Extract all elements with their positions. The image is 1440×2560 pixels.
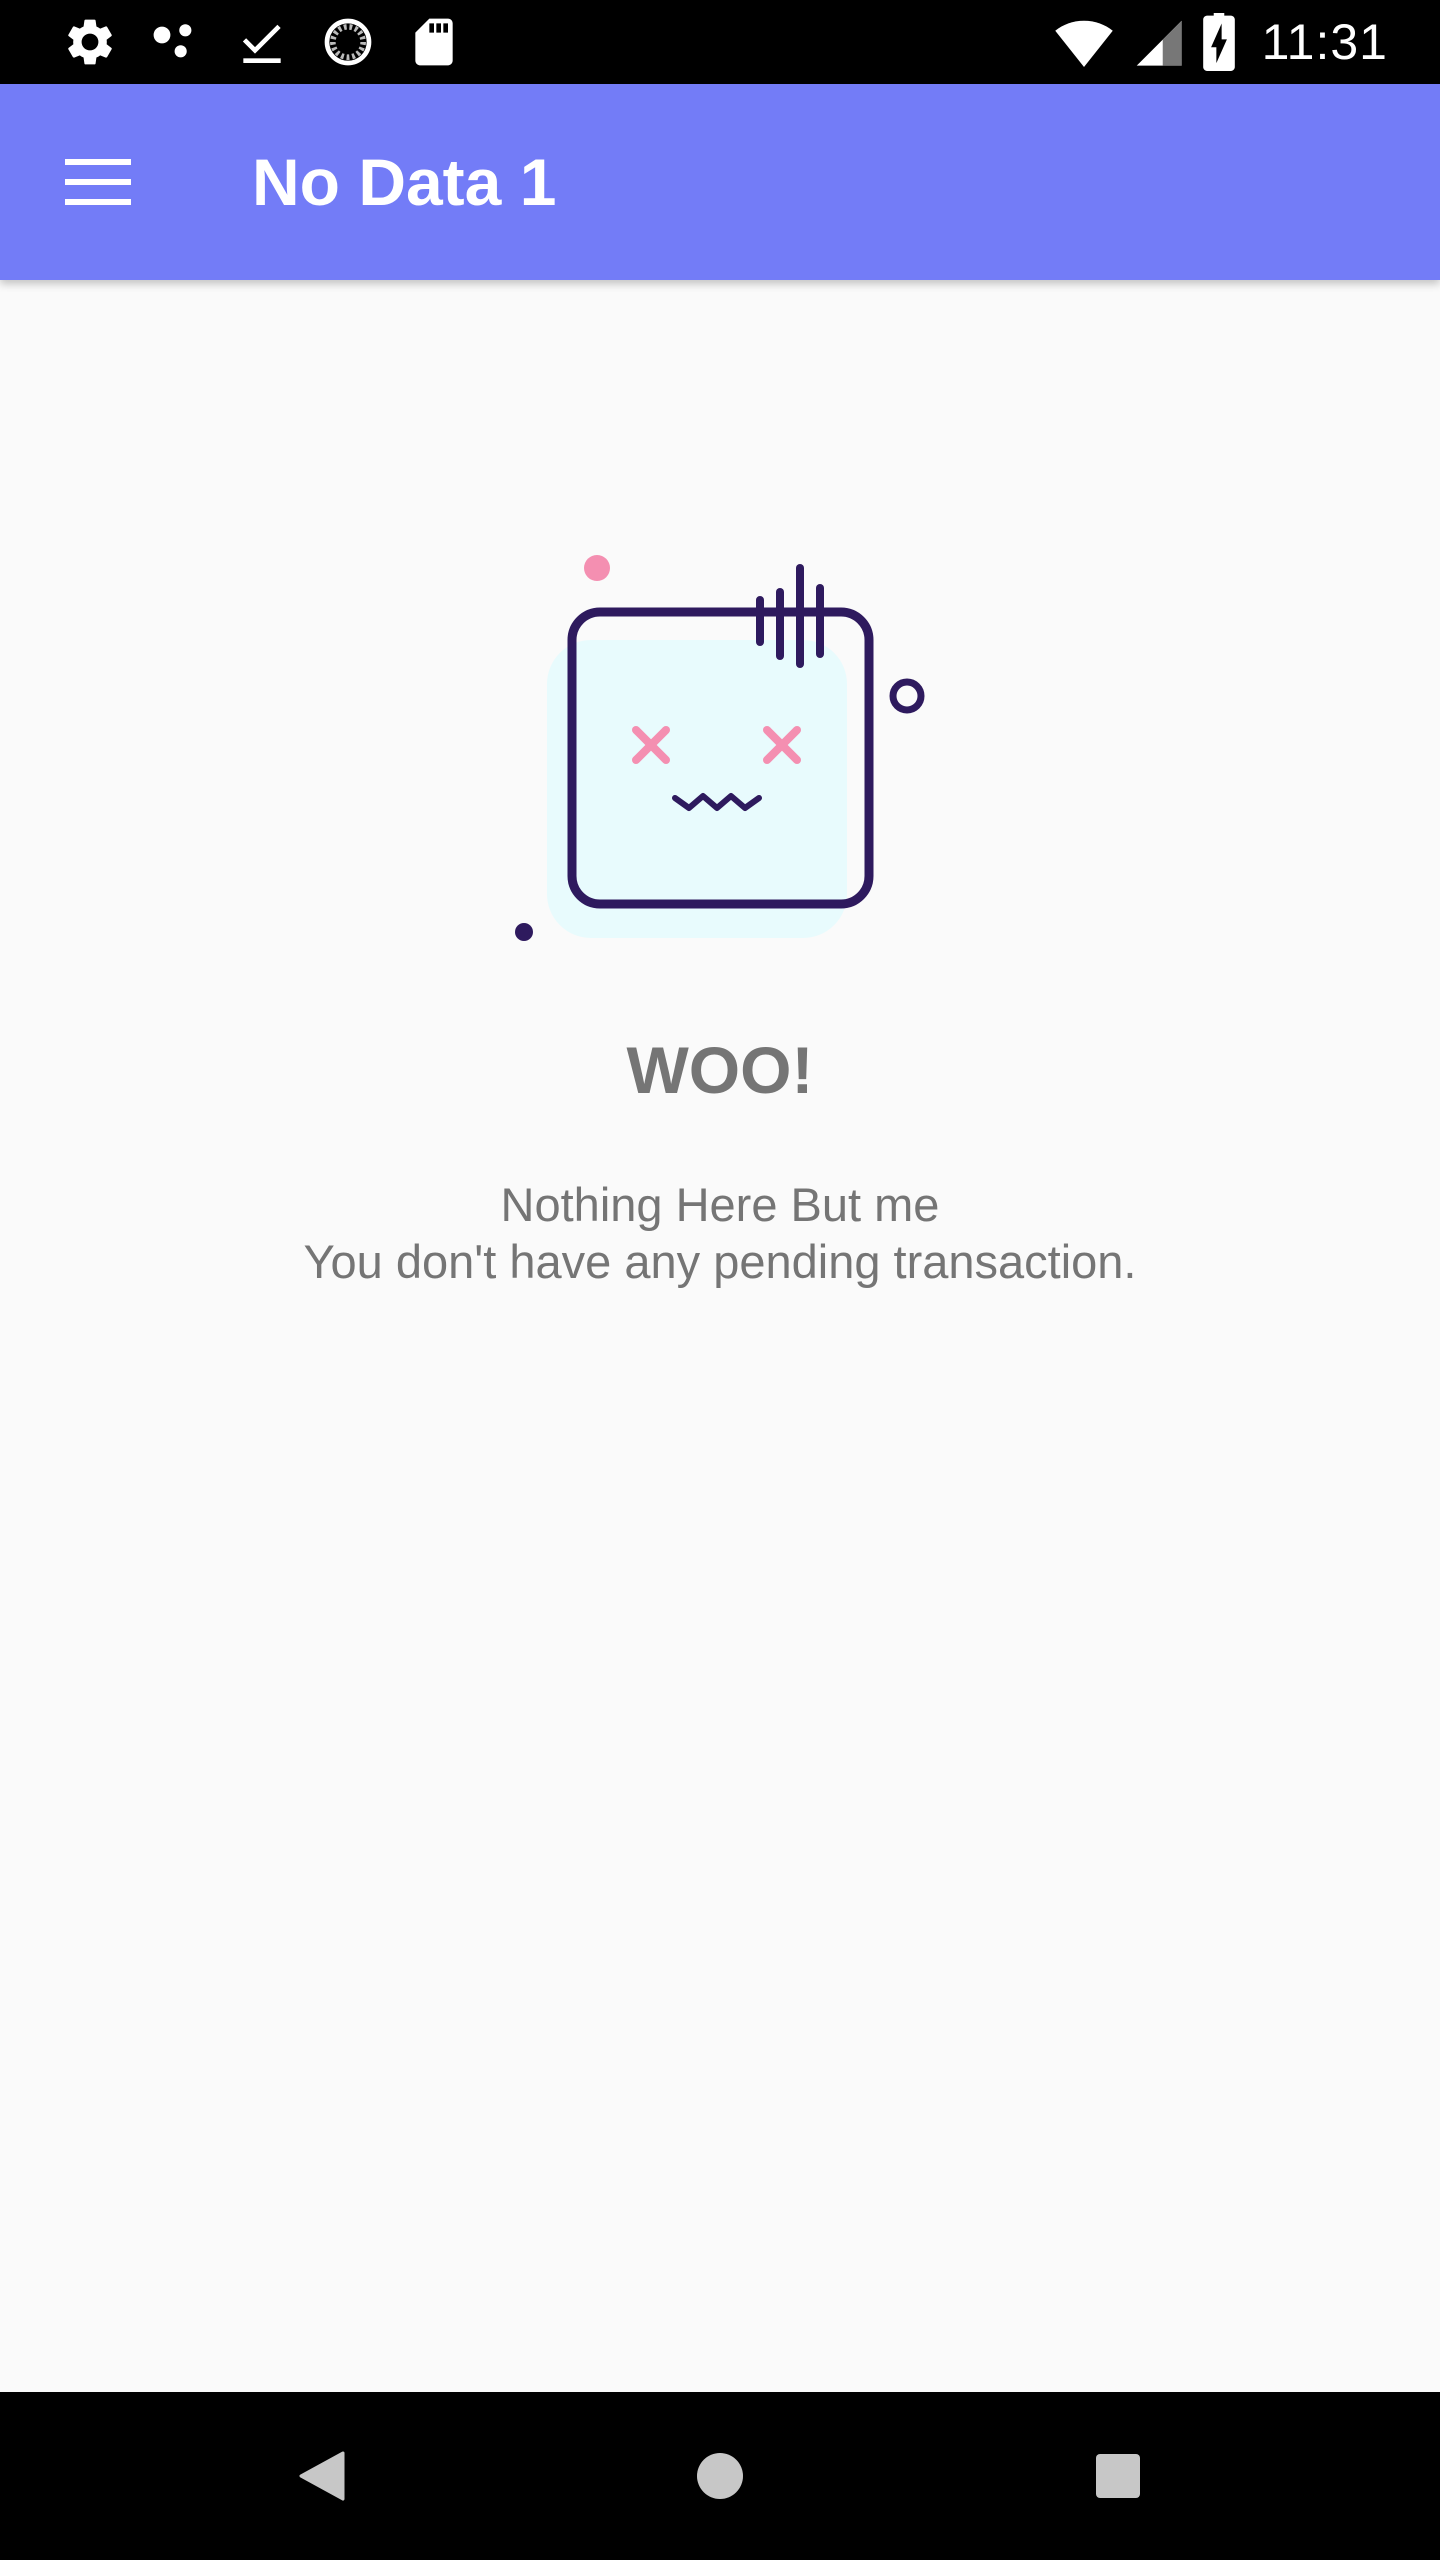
status-time: 11:31 bbox=[1261, 14, 1388, 70]
battery-charging-icon bbox=[1202, 13, 1235, 71]
empty-state-message-line2: You don't have any pending transaction. bbox=[303, 1235, 1137, 1288]
sync-icon bbox=[324, 18, 372, 66]
empty-state-message-line1: Nothing Here But me bbox=[500, 1178, 940, 1231]
hamburger-menu-icon bbox=[65, 159, 131, 205]
back-icon bbox=[299, 2451, 345, 2501]
wifi-icon bbox=[1054, 20, 1113, 67]
recents-button[interactable] bbox=[1068, 2426, 1168, 2526]
empty-state-illustration bbox=[515, 555, 925, 941]
menu-button[interactable] bbox=[38, 132, 158, 232]
home-button[interactable] bbox=[670, 2426, 770, 2526]
app-bar: No Data 1 bbox=[0, 84, 1440, 280]
status-bar: 11:31 bbox=[0, 0, 1440, 84]
cellular-signal-icon bbox=[1136, 20, 1182, 66]
sd-card-icon bbox=[415, 18, 453, 66]
dots-icon bbox=[153, 24, 192, 58]
back-button[interactable] bbox=[272, 2426, 372, 2526]
empty-state-title: WOO! bbox=[626, 1033, 814, 1107]
home-icon bbox=[697, 2453, 743, 2499]
download-done-icon bbox=[242, 24, 281, 63]
status-icons-left bbox=[62, 14, 462, 70]
page-title: No Data 1 bbox=[252, 145, 557, 219]
recents-icon bbox=[1096, 2454, 1140, 2498]
settings-icon bbox=[68, 19, 112, 65]
navigation-bar bbox=[0, 2392, 1440, 2560]
empty-state-message: Nothing Here But me You don't have any p… bbox=[0, 1176, 1440, 1290]
status-icons-right: 11:31 bbox=[1054, 13, 1388, 71]
